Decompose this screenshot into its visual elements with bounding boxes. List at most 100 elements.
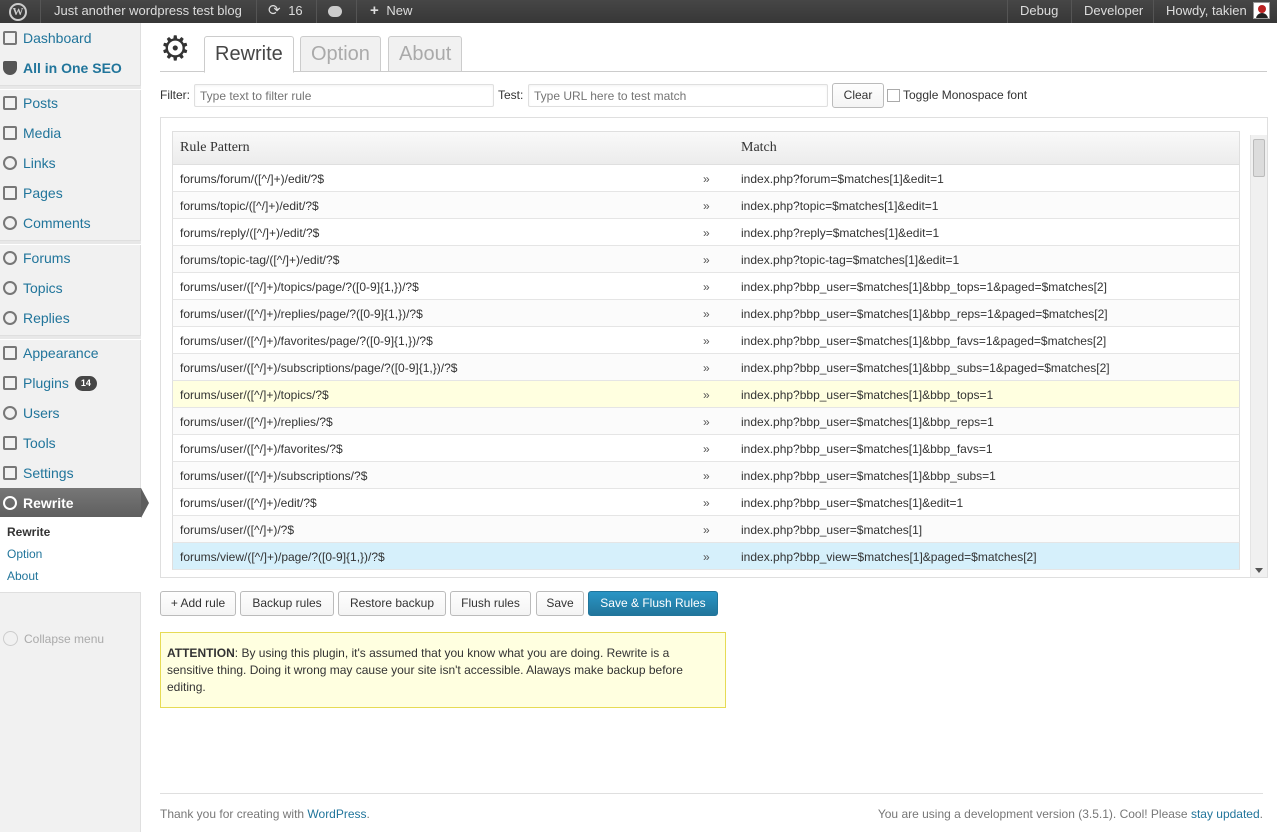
sidebar-item-tools[interactable]: Tools bbox=[0, 428, 141, 458]
rule-pattern-cell[interactable]: forums/user/([^/]+)/topics/page/?([0-9]{… bbox=[180, 280, 419, 294]
rules-table-body: forums/forum/([^/]+)/edit/?$ » index.php?f… bbox=[172, 165, 1240, 570]
test-url-input[interactable] bbox=[528, 84, 828, 107]
sidebar-item-all-in-one-seo[interactable]: All in One SEO bbox=[0, 53, 141, 83]
rule-pattern-cell[interactable]: forums/user/([^/]+)/topics/?$ bbox=[180, 388, 329, 402]
table-row[interactable]: forums/user/([^/]+)/favorites/?$ » index.p… bbox=[172, 435, 1240, 462]
comments-link[interactable] bbox=[328, 0, 342, 23]
admin-sidebar: Dashboard All in One SEO Posts Media Lin… bbox=[0, 23, 149, 832]
submenu-item-option[interactable]: Option bbox=[7, 547, 42, 561]
updates-link[interactable]: ⟳ 16 bbox=[268, 0, 303, 23]
rule-match-cell[interactable]: index.php?topic=$matches[1]&edit=1 bbox=[741, 199, 938, 213]
table-row[interactable]: forums/user/([^/]+)/replies/?$ » index.php… bbox=[172, 408, 1240, 435]
rule-match-cell[interactable]: index.php?bbp_user=$matches[1]&bbp_subs=… bbox=[741, 361, 1110, 375]
rule-match-cell[interactable]: index.php?forum=$matches[1]&edit=1 bbox=[741, 172, 944, 186]
wordpress-logo-icon[interactable]: W bbox=[9, 3, 27, 21]
sidebar-item-comments[interactable]: Comments bbox=[0, 208, 141, 238]
tab-rewrite[interactable]: Rewrite bbox=[204, 36, 294, 73]
sidebar-item-posts[interactable]: Posts bbox=[0, 88, 141, 118]
rule-pattern-cell[interactable]: forums/user/([^/]+)/subscriptions/?$ bbox=[180, 469, 367, 483]
table-row[interactable]: forums/forum/([^/]+)/edit/?$ » index.php?f… bbox=[172, 165, 1240, 192]
rules-scrollbar[interactable] bbox=[1250, 135, 1267, 577]
plus-icon: + bbox=[370, 2, 379, 19]
table-row[interactable]: forums/user/([^/]+)/topics/?$ » index.php?… bbox=[172, 381, 1240, 408]
avatar[interactable] bbox=[1253, 2, 1270, 19]
collapse-arrow-icon bbox=[3, 631, 18, 646]
filter-input[interactable] bbox=[194, 84, 494, 107]
table-row[interactable]: forums/user/([^/]+)/favorites/page/?([0-… bbox=[172, 327, 1240, 354]
rule-pattern-cell[interactable]: forums/user/([^/]+)/favorites/page/?([0-… bbox=[180, 334, 433, 348]
sidebar-item-replies[interactable]: Replies bbox=[0, 303, 141, 333]
forums-icon bbox=[3, 251, 17, 265]
table-row[interactable]: forums/user/([^/]+)/subscriptions/?$ » ind… bbox=[172, 462, 1240, 489]
sidebar-item-rewrite[interactable]: Rewrite bbox=[0, 488, 149, 518]
rule-match-cell[interactable]: index.php?topic-tag=$matches[1]&edit=1 bbox=[741, 253, 959, 267]
table-row[interactable]: forums/user/([^/]+)/replies/page/?([0-9]… bbox=[172, 300, 1240, 327]
table-row[interactable]: forums/user/([^/]+)/?$ » index.php?bbp_use… bbox=[172, 516, 1240, 543]
rule-pattern-cell[interactable]: forums/user/([^/]+)/subscriptions/page/?… bbox=[180, 361, 457, 375]
rule-match-cell[interactable]: index.php?bbp_user=$matches[1]&bbp_tops=… bbox=[741, 388, 993, 402]
howdy-account-link[interactable]: Howdy, takien bbox=[1166, 0, 1247, 23]
save-button[interactable]: Save bbox=[536, 591, 584, 616]
table-row[interactable]: forums/topic/([^/]+)/edit/?$ » index.php?t… bbox=[172, 192, 1240, 219]
clear-button[interactable]: Clear bbox=[832, 83, 884, 108]
debug-link[interactable]: Debug bbox=[1020, 0, 1058, 23]
rule-pattern-cell[interactable]: forums/user/([^/]+)/edit/?$ bbox=[180, 496, 317, 510]
rule-pattern-cell[interactable]: forums/user/([^/]+)/replies/page/?([0-9]… bbox=[180, 307, 423, 321]
sidebar-item-dashboard[interactable]: Dashboard bbox=[0, 23, 141, 53]
table-row[interactable]: forums/view/([^/]+)/page/?([0-9]{1,})/?$… bbox=[172, 543, 1240, 570]
save-and-flush-button[interactable]: Save & Flush Rules bbox=[588, 591, 718, 616]
rule-match-cell[interactable]: index.php?bbp_user=$matches[1]&bbp_favs=… bbox=[741, 442, 993, 456]
rule-pattern-cell[interactable]: forums/user/([^/]+)/favorites/?$ bbox=[180, 442, 343, 456]
rule-pattern-cell[interactable]: forums/forum/([^/]+)/edit/?$ bbox=[180, 172, 324, 186]
sidebar-item-label: Topics bbox=[23, 280, 63, 296]
rule-match-cell[interactable]: index.php?reply=$matches[1]&edit=1 bbox=[741, 226, 939, 240]
sidebar-item-forums[interactable]: Forums bbox=[0, 243, 141, 273]
table-row[interactable]: forums/user/([^/]+)/subscriptions/page/?… bbox=[172, 354, 1240, 381]
sidebar-item-plugins[interactable]: Plugins 14 bbox=[0, 368, 141, 398]
wordpress-link[interactable]: WordPress bbox=[307, 807, 366, 821]
rule-match-cell[interactable]: index.php?bbp_user=$matches[1]&bbp_reps=… bbox=[741, 415, 994, 429]
developer-link[interactable]: Developer bbox=[1084, 0, 1143, 23]
flush-rules-button[interactable]: Flush rules bbox=[450, 591, 531, 616]
rule-pattern-cell[interactable]: forums/view/([^/]+)/page/?([0-9]{1,})/?$ bbox=[180, 550, 385, 564]
table-row[interactable]: forums/topic-tag/([^/]+)/edit/?$ » index.p… bbox=[172, 246, 1240, 273]
tab-option[interactable]: Option bbox=[300, 36, 381, 72]
stay-updated-link[interactable]: stay updated bbox=[1191, 807, 1260, 821]
sidebar-item-topics[interactable]: Topics bbox=[0, 273, 141, 303]
new-content-link[interactable]: + New bbox=[370, 0, 412, 23]
rule-match-cell[interactable]: index.php?bbp_user=$matches[1] bbox=[741, 523, 922, 537]
link-icon bbox=[3, 156, 17, 170]
sidebar-item-pages[interactable]: Pages bbox=[0, 178, 141, 208]
table-row[interactable]: forums/user/([^/]+)/topics/page/?([0-9]{… bbox=[172, 273, 1240, 300]
rule-pattern-cell[interactable]: forums/user/([^/]+)/?$ bbox=[180, 523, 294, 537]
rule-match-cell[interactable]: index.php?bbp_user=$matches[1]&bbp_subs=… bbox=[741, 469, 996, 483]
rule-match-cell[interactable]: index.php?bbp_user=$matches[1]&edit=1 bbox=[741, 496, 963, 510]
rule-pattern-cell[interactable]: forums/user/([^/]+)/replies/?$ bbox=[180, 415, 333, 429]
sidebar-item-users[interactable]: Users bbox=[0, 398, 141, 428]
tab-about[interactable]: About bbox=[388, 36, 463, 72]
add-rule-button[interactable]: + Add rule bbox=[160, 591, 236, 616]
sidebar-item-links[interactable]: Links bbox=[0, 148, 141, 178]
rule-pattern-cell[interactable]: forums/topic/([^/]+)/edit/?$ bbox=[180, 199, 319, 213]
rule-pattern-cell[interactable]: forums/topic-tag/([^/]+)/edit/?$ bbox=[180, 253, 339, 267]
scrollbar-thumb[interactable] bbox=[1253, 139, 1265, 177]
restore-backup-button[interactable]: Restore backup bbox=[338, 591, 446, 616]
monospace-checkbox[interactable] bbox=[887, 89, 900, 102]
table-row[interactable]: forums/reply/([^/]+)/edit/?$ » index.php?r… bbox=[172, 219, 1240, 246]
sidebar-item-media[interactable]: Media bbox=[0, 118, 141, 148]
scroll-down-arrow-icon[interactable] bbox=[1255, 568, 1263, 573]
submenu-item-about[interactable]: About bbox=[7, 569, 38, 583]
monospace-label[interactable]: Toggle Monospace font bbox=[903, 88, 1027, 102]
rule-match-cell[interactable]: index.php?bbp_user=$matches[1]&bbp_tops=… bbox=[741, 280, 1107, 294]
submenu-item-rewrite[interactable]: Rewrite bbox=[7, 525, 50, 539]
rule-match-cell[interactable]: index.php?bbp_user=$matches[1]&bbp_reps=… bbox=[741, 307, 1108, 321]
backup-rules-button[interactable]: Backup rules bbox=[240, 591, 334, 616]
rule-match-cell[interactable]: index.php?bbp_view=$matches[1]&paged=$ma… bbox=[741, 550, 1037, 564]
sidebar-item-appearance[interactable]: Appearance bbox=[0, 338, 141, 368]
sidebar-item-settings[interactable]: Settings bbox=[0, 458, 141, 488]
collapse-menu-button[interactable]: Collapse menu bbox=[3, 631, 104, 646]
table-row[interactable]: forums/user/([^/]+)/edit/?$ » index.php?bb… bbox=[172, 489, 1240, 516]
rule-match-cell[interactable]: index.php?bbp_user=$matches[1]&bbp_favs=… bbox=[741, 334, 1106, 348]
site-title-link[interactable]: Just another wordpress test blog bbox=[54, 0, 242, 23]
rule-pattern-cell[interactable]: forums/reply/([^/]+)/edit/?$ bbox=[180, 226, 319, 240]
